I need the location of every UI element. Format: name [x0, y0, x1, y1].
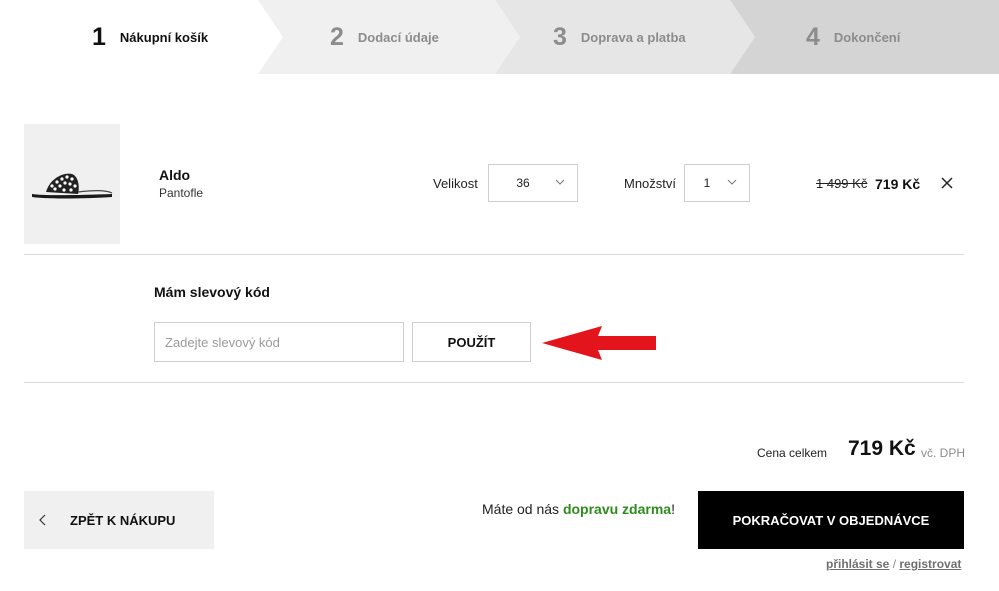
link-separator: / — [889, 557, 900, 571]
step-1-label: Nákupní košík — [119, 29, 209, 45]
coupon-input[interactable] — [154, 322, 404, 362]
shipping-suffix: ! — [671, 501, 675, 517]
back-button-label: ZPĚT K NÁKUPU — [70, 512, 176, 528]
step-2[interactable]: 2 Dodací údaje — [330, 0, 439, 74]
chevron-left-icon — [39, 514, 46, 526]
continue-button-label: POKRAČOVAT V OBJEDNÁVCE — [732, 512, 930, 528]
step-3-number: 3 — [553, 22, 567, 51]
size-value: 36 — [516, 176, 530, 190]
divider — [24, 254, 964, 255]
sandal-image — [32, 173, 113, 199]
checkout-steps: 1 Nákupní košík 2 Dodací údaje 3 Doprava… — [0, 0, 999, 74]
step-4-label: Dokončení — [833, 29, 901, 45]
step-3[interactable]: 3 Doprava a platba — [553, 0, 686, 74]
login-link[interactable]: přihlásit se — [826, 557, 889, 571]
size-select[interactable]: 36 — [488, 164, 578, 202]
shipping-prefix: Máte od nás — [482, 501, 563, 517]
chevron-down-icon — [727, 179, 737, 185]
step-2-number: 2 — [330, 22, 344, 51]
free-shipping-highlight: dopravu zdarma — [562, 501, 672, 517]
step-4-number: 4 — [806, 22, 820, 51]
product-image[interactable] — [24, 124, 120, 244]
step-2-label: Dodací údaje — [357, 29, 439, 45]
back-to-shopping-button[interactable]: ZPĚT K NÁKUPU — [24, 491, 214, 549]
price-discounted: 719 Kč — [875, 176, 921, 192]
step-1[interactable]: 1 Nákupní košík — [92, 0, 208, 74]
step-1-number: 1 — [92, 22, 106, 51]
chevron-down-icon — [555, 179, 565, 185]
step-4[interactable]: 4 Dokončení — [806, 0, 900, 74]
size-label: Velikost — [433, 176, 478, 191]
quantity-label: Množství — [624, 176, 677, 191]
apply-coupon-button[interactable]: POUŽÍT — [412, 322, 531, 362]
quantity-select[interactable]: 1 — [684, 164, 750, 202]
red-arrow-icon — [542, 326, 656, 360]
total-vat-note: vč. DPH — [921, 446, 966, 460]
free-shipping-note: Máte od nás dopravu zdarma! — [482, 501, 675, 517]
auth-links: přihlásit se / registrovat — [826, 557, 961, 571]
close-icon[interactable] — [940, 176, 954, 190]
product-type: Pantofle — [159, 186, 204, 200]
continue-order-button[interactable]: POKRAČOVAT V OBJEDNÁVCE — [698, 491, 964, 549]
price-original: 1 499 Kč — [816, 176, 868, 191]
divider — [24, 382, 964, 383]
register-link[interactable]: registrovat — [899, 557, 961, 571]
total-value: 719 Kč — [848, 437, 916, 460]
product-brand[interactable]: Aldo — [159, 167, 190, 183]
total-label: Cena celkem — [757, 446, 828, 460]
quantity-value: 1 — [703, 176, 711, 190]
step-3-label: Doprava a platba — [580, 29, 686, 45]
coupon-title: Mám slevový kód — [154, 284, 270, 300]
